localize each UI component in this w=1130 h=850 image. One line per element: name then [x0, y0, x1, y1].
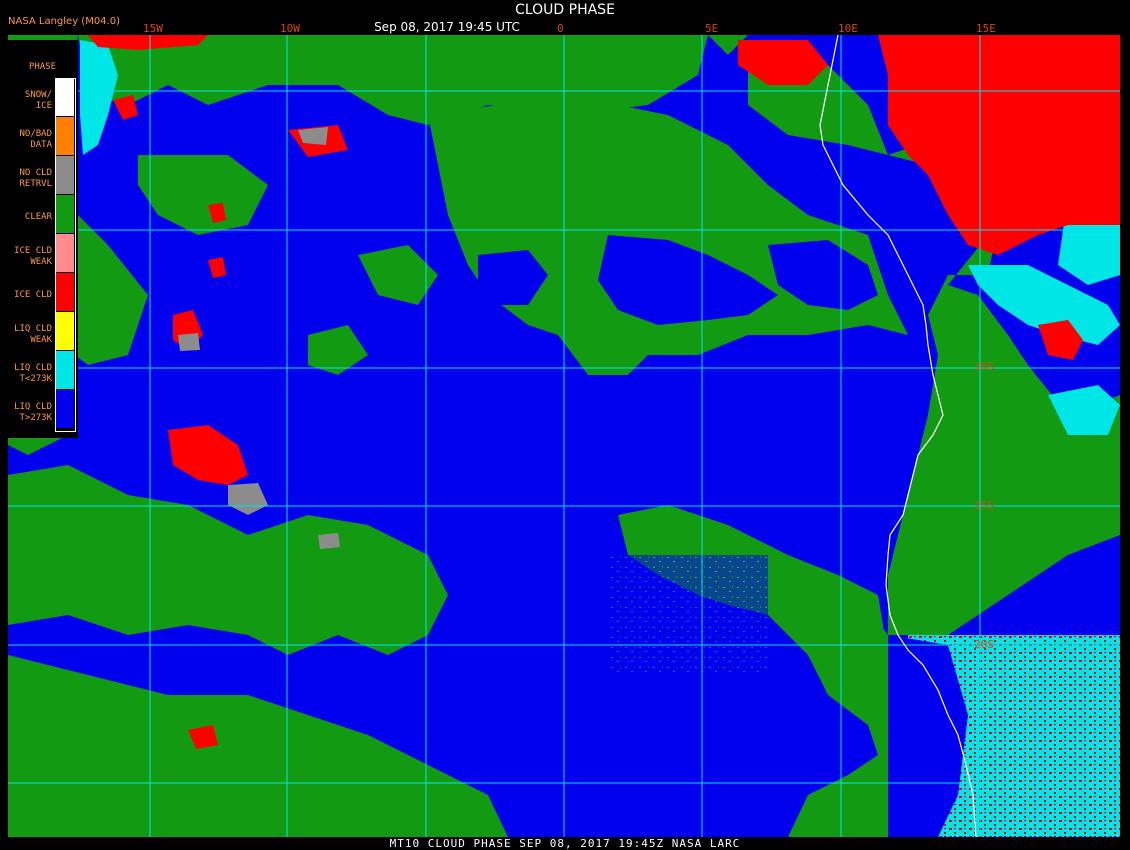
legend-swatch-ice-cld [56, 273, 74, 311]
legend-swatch-no-bad-data [56, 117, 74, 155]
legend-swatch-ice-cld-weak [56, 234, 74, 272]
lon-label-15w: 15W [143, 22, 163, 35]
lat-label-15s: 15S [974, 499, 994, 512]
legend-heading: PHASE [28, 62, 56, 72]
lon-label-10e: 10E [838, 22, 858, 35]
speckled-cloud-field [608, 555, 768, 675]
legend-label-clear: CLEAR [24, 212, 52, 222]
lon-label-15e: 15E [976, 22, 996, 35]
map-canvas [8, 35, 1120, 837]
cloud-phase-map-viewer: NASA Langley (M04.0) CLOUD PHASE Sep 08,… [0, 0, 1130, 850]
legend-label-liq-cld-weak: LIQ CLD WEAK [14, 324, 52, 345]
legend-label-snow-ice: SNOW/ ICE [24, 90, 52, 111]
legend-label-no-cld-retrvl: NO CLD RETRVL [19, 168, 52, 189]
lat-label-10s: 10S [974, 360, 994, 373]
map-timestamp: Sep 08, 2017 19:45 UTC [374, 20, 520, 34]
legend-swatch-no-cld-retrvl [56, 156, 74, 194]
legend-label-no-bad-data: NO/BAD DATA [19, 129, 52, 150]
legend-label-ice-cld-weak: ICE CLD WEAK [14, 246, 52, 267]
lon-label-10w: 10W [280, 22, 300, 35]
legend-swatch-snow-ice [56, 78, 74, 116]
lat-label-20s: 20S [974, 638, 994, 651]
legend-swatch-clear [56, 195, 74, 233]
legend-swatch-liq-cld-cold [56, 351, 74, 389]
legend-swatch-liq-cld-weak [56, 312, 74, 350]
footer-caption: MT10 CLOUD PHASE SEP 08, 2017 19:45Z NAS… [389, 837, 741, 850]
lon-label-5e: 5E [705, 22, 719, 35]
lon-label-0: 0 [557, 22, 564, 35]
map-title: CLOUD PHASE [515, 2, 615, 18]
satellite-map [8, 35, 1120, 837]
legend-swatch-liq-cld-warm [56, 390, 74, 428]
legend-label-ice-cld: ICE CLD [14, 290, 52, 300]
legend-label-liq-cld-cold: LIQ CLD T<273K [14, 363, 52, 384]
phase-legend: PHASE SNOW/ ICE NO/BAD DATA NO CLD RETRV… [8, 40, 78, 438]
legend-label-liq-cld-warm: LIQ CLD T>273K [14, 402, 52, 423]
